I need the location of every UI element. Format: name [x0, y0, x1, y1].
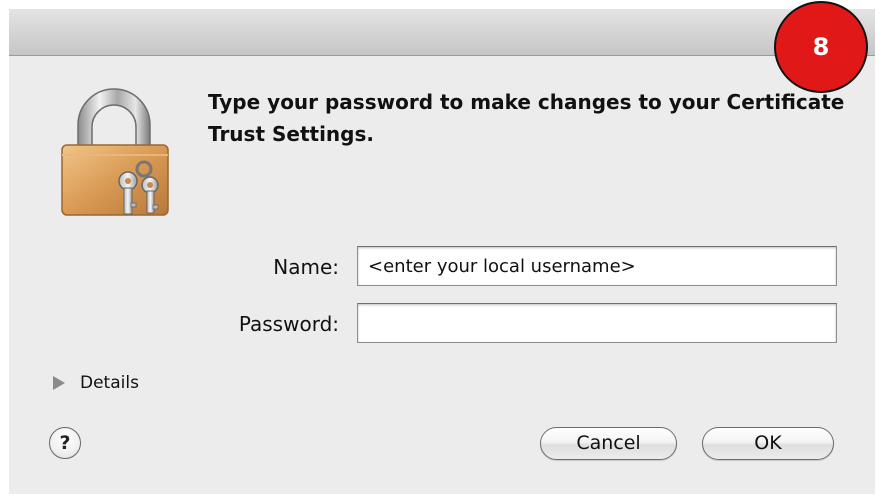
name-label: Name:	[273, 255, 339, 279]
password-input[interactable]	[357, 303, 837, 343]
title-bar[interactable]	[9, 9, 875, 56]
dialog-message: Type your password to make changes to yo…	[208, 90, 845, 146]
ok-button[interactable]: OK	[702, 427, 834, 460]
disclosure-triangle-icon[interactable]	[53, 376, 65, 390]
step-number-badge: 8	[774, 1, 868, 93]
cancel-button[interactable]: Cancel	[540, 427, 677, 460]
details-label: Details	[80, 373, 139, 393]
details-disclosure[interactable]: Details	[53, 371, 139, 395]
password-label: Password:	[238, 312, 339, 336]
help-button[interactable]: ?	[49, 427, 81, 459]
lock-icon	[52, 81, 178, 217]
authentication-dialog: Type your password to make changes to yo…	[9, 9, 875, 494]
name-input[interactable]	[357, 246, 837, 286]
